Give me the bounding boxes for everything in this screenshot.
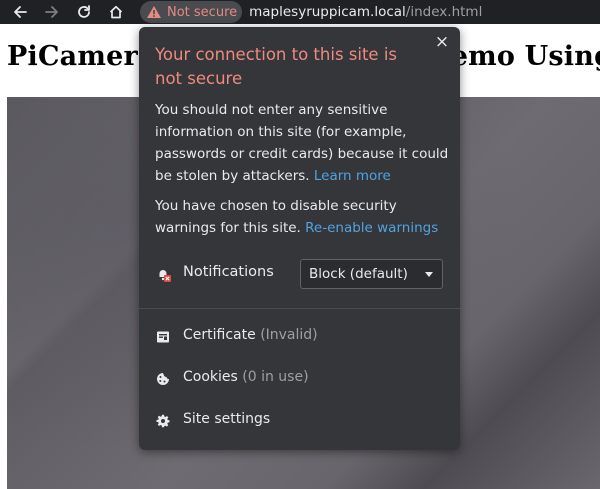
back-arrow-icon [14, 6, 27, 18]
gear-icon [156, 414, 170, 428]
divider [139, 308, 460, 309]
home-icon [109, 5, 123, 19]
security-label: Not secure [167, 4, 238, 20]
omnibox[interactable]: Not secure maplesyruppicam.local/index.h… [140, 0, 600, 24]
site-settings-item[interactable]: Site settings [139, 403, 460, 439]
certificate-text: Certificate [183, 327, 256, 343]
warning-text: You should not enter any sensitive infor… [155, 102, 449, 184]
popup-title: Your connection to this site is not secu… [155, 45, 398, 88]
disabled-warnings-note: You have chosen to disable security warn… [155, 195, 450, 239]
re-enable-warnings-link[interactable]: Re-enable warnings [305, 220, 438, 236]
cookies-text: Cookies [183, 369, 238, 385]
certificate-item[interactable]: Certificate (Invalid) [139, 319, 460, 355]
forward-arrow-icon [45, 6, 58, 18]
site-settings-label: Site settings [183, 411, 271, 427]
home-button[interactable] [104, 0, 128, 24]
certificate-label: Certificate (Invalid) [183, 327, 318, 343]
url-host: maplesyruppicam.local [249, 4, 406, 20]
notifications-select-value: Block (default) [309, 266, 408, 282]
warning-icon [147, 6, 161, 18]
reload-icon [78, 5, 90, 18]
cookies-label: Cookies (0 in use) [183, 369, 309, 385]
notifications-select[interactable]: Block (default) [300, 259, 443, 289]
cookies-item[interactable]: Cookies (0 in use) [139, 361, 460, 397]
forward-button[interactable] [40, 0, 64, 24]
cookies-status: (0 in use) [242, 369, 309, 385]
back-button[interactable] [8, 0, 32, 24]
notifications-blocked-icon [159, 270, 171, 282]
sensitive-info-warning: You should not enter any sensitive infor… [155, 99, 450, 187]
cookie-icon [157, 373, 169, 385]
site-info-popup: × Your connection to this site is not se… [139, 27, 460, 450]
notifications-label: Notifications [183, 264, 274, 280]
certificate-status: (Invalid) [260, 327, 318, 343]
url-text[interactable]: maplesyruppicam.local/index.html [249, 4, 482, 20]
close-icon[interactable]: × [432, 32, 452, 52]
browser-toolbar: Not secure maplesyruppicam.local/index.h… [0, 0, 600, 24]
url-path: /index.html [405, 4, 483, 20]
reload-button[interactable] [72, 0, 96, 24]
certificate-icon [157, 331, 169, 343]
security-chip[interactable]: Not secure [140, 1, 243, 23]
notifications-row: Notifications Block (default) [155, 259, 443, 289]
learn-more-link[interactable]: Learn more [314, 168, 391, 184]
chevron-down-icon [425, 272, 433, 277]
